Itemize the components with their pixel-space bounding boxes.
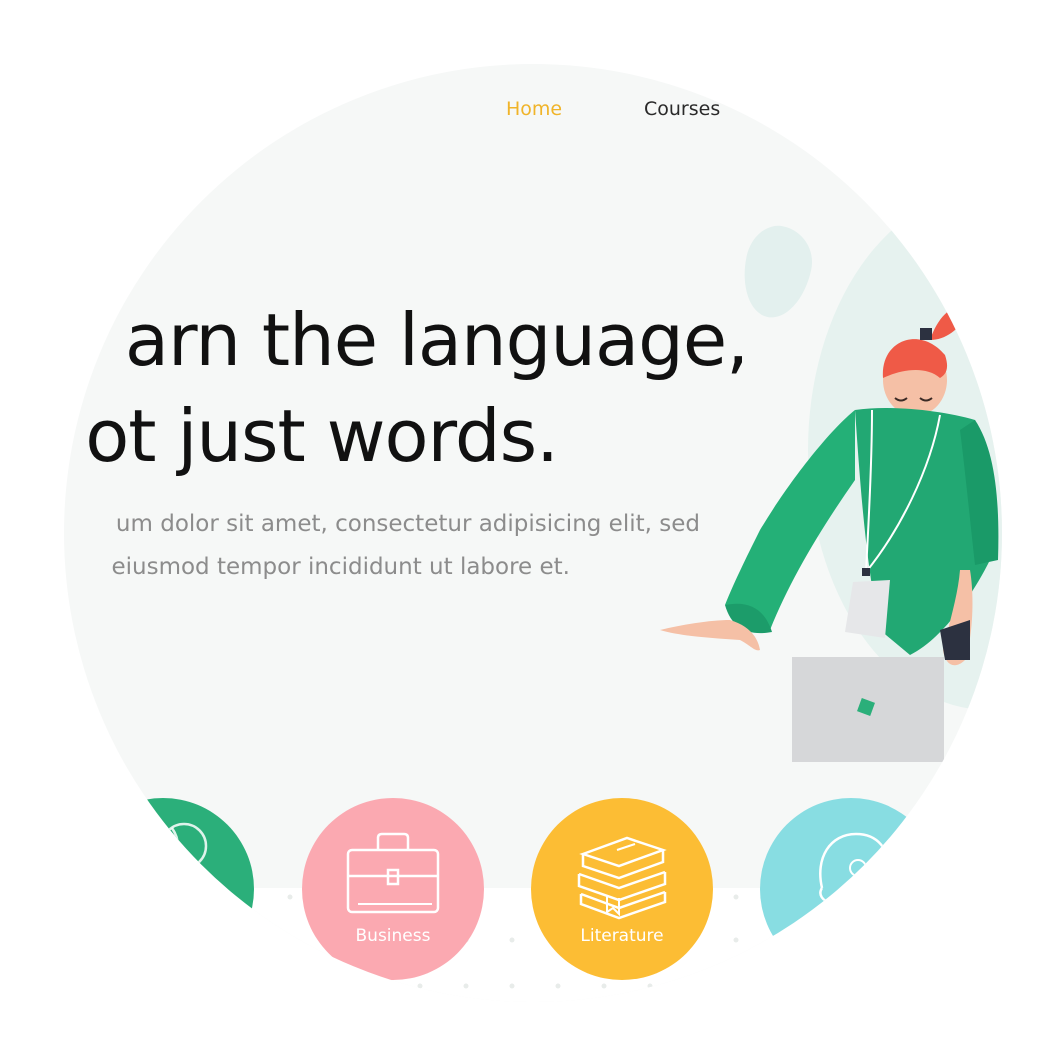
hero-subtitle: um dolor sit amet, consectetur adipisici… xyxy=(64,503,700,589)
category-business-label: Business xyxy=(355,926,431,946)
briefcase-icon xyxy=(346,832,440,914)
books-icon xyxy=(577,836,667,920)
globe-icon xyxy=(160,822,208,870)
nav-home-link[interactable]: Home xyxy=(506,96,562,122)
category-literature-label: Literature xyxy=(580,926,664,946)
category-business[interactable]: Business xyxy=(302,798,484,980)
subtitle-line-2: eiusmod tempor incididunt ut labore et. xyxy=(111,554,570,580)
hero-viewport: Home Courses arn the language, ot just w… xyxy=(64,64,1002,1002)
category-head[interactable] xyxy=(760,798,942,980)
category-globe[interactable] xyxy=(72,798,254,980)
woman-with-laptop-illustration xyxy=(660,306,999,762)
head-icon xyxy=(819,832,890,904)
nav-courses-link[interactable]: Courses xyxy=(644,96,720,122)
category-literature[interactable]: Literature xyxy=(531,798,713,980)
subtitle-line-1: um dolor sit amet, consectetur adipisici… xyxy=(115,511,700,537)
